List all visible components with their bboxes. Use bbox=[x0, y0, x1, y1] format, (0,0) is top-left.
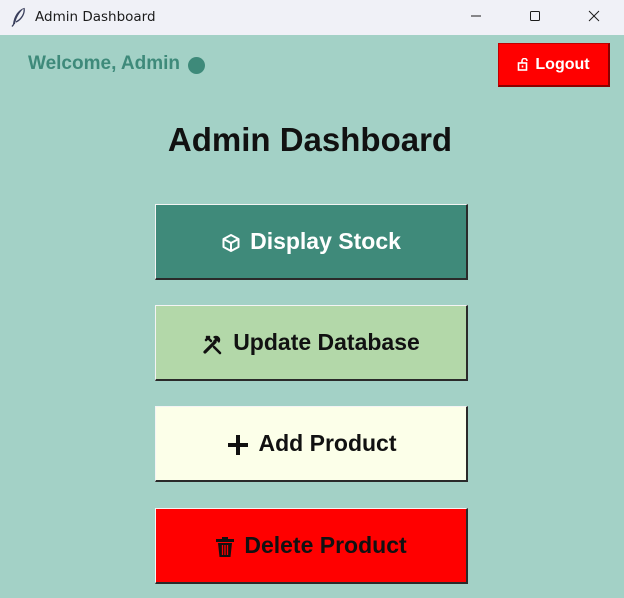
minimize-icon bbox=[470, 9, 482, 27]
update-database-label: Update Database bbox=[233, 329, 420, 355]
minimize-button[interactable] bbox=[447, 0, 505, 35]
app-window: Admin Dashboard Welcome, Admin Logout Ad… bbox=[0, 0, 624, 598]
tools-icon bbox=[202, 333, 224, 355]
window-title: Admin Dashboard bbox=[35, 9, 156, 25]
plus-icon bbox=[226, 433, 250, 457]
display-stock-button[interactable]: Display Stock bbox=[155, 204, 468, 280]
logout-label: Logout bbox=[535, 55, 590, 73]
logout-icon bbox=[517, 57, 530, 76]
add-product-button[interactable]: Add Product bbox=[155, 406, 468, 482]
close-icon bbox=[588, 9, 600, 27]
logout-button[interactable]: Logout bbox=[498, 43, 610, 87]
title-bar: Admin Dashboard bbox=[0, 0, 624, 35]
feather-icon bbox=[10, 7, 28, 27]
delete-product-button[interactable]: Delete Product bbox=[155, 508, 468, 584]
add-product-label: Add Product bbox=[258, 430, 397, 456]
delete-product-label: Delete Product bbox=[244, 532, 407, 558]
status-dot-icon bbox=[188, 57, 206, 74]
close-button[interactable] bbox=[565, 0, 623, 35]
package-icon bbox=[221, 233, 241, 253]
maximize-button[interactable] bbox=[506, 0, 564, 35]
trash-icon bbox=[215, 536, 235, 558]
welcome-message: Welcome, Admin bbox=[28, 53, 206, 75]
page-title: Admin Dashboard bbox=[167, 121, 453, 158]
display-stock-label: Display Stock bbox=[250, 228, 401, 254]
welcome-text: Welcome, Admin bbox=[28, 53, 181, 74]
maximize-icon bbox=[529, 9, 541, 27]
update-database-button[interactable]: Update Database bbox=[155, 305, 468, 381]
